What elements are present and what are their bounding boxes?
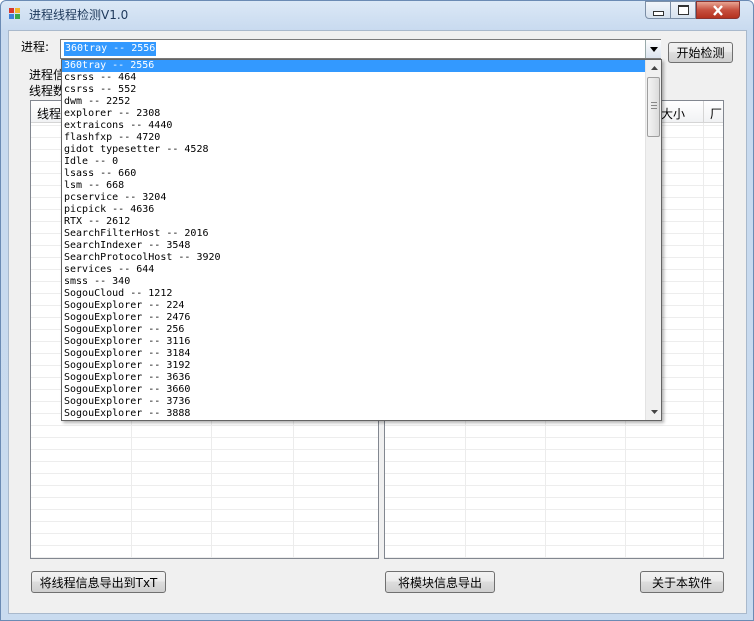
process-list-item[interactable]: dwm -- 2252	[62, 96, 645, 108]
scroll-thumb[interactable]	[647, 77, 660, 137]
process-list-item[interactable]: SogouExplorer -- 3636	[62, 372, 645, 384]
chevron-down-icon	[650, 410, 658, 414]
maximize-button[interactable]	[670, 1, 696, 19]
process-list-item[interactable]: lsass -- 660	[62, 168, 645, 180]
process-list-item[interactable]: Idle -- 0	[62, 156, 645, 168]
process-list-item[interactable]: RTX -- 2612	[62, 216, 645, 228]
dropdown-scrollbar[interactable]	[645, 60, 661, 420]
process-list-item[interactable]: SearchProtocolHost -- 3920	[62, 252, 645, 264]
close-icon	[713, 4, 723, 16]
process-dropdown-list[interactable]: 360tray -- 2556 csrss -- 464 csrss -- 552 d…	[61, 59, 662, 421]
export-threads-button[interactable]: 将线程信息导出到TxT	[31, 571, 166, 593]
process-list-item[interactable]: smss -- 340	[62, 276, 645, 288]
process-list: 360tray -- 2556 csrss -- 464 csrss -- 552 d…	[62, 60, 645, 420]
process-list-item[interactable]: SogouExplorer -- 256	[62, 324, 645, 336]
chevron-down-icon	[649, 46, 658, 52]
process-list-item[interactable]: SearchIndexer -- 3548	[62, 240, 645, 252]
process-info-group-label: 进程信	[29, 68, 66, 82]
scroll-up-button[interactable]	[646, 60, 661, 76]
process-list-item[interactable]: csrss -- 552	[62, 84, 645, 96]
dropdown-arrow-button[interactable]	[645, 40, 661, 58]
start-detect-button[interactable]: 开始检测	[668, 42, 733, 63]
maximize-icon	[677, 5, 689, 15]
minimize-button[interactable]	[645, 1, 671, 19]
process-list-item[interactable]: SogouExplorer -- 2476	[62, 312, 645, 324]
scroll-down-button[interactable]	[646, 404, 661, 420]
process-list-item[interactable]: 360tray -- 2556	[62, 60, 645, 72]
minimize-icon	[652, 10, 664, 16]
size-column-header[interactable]: 大小	[661, 105, 685, 122]
process-list-item[interactable]: lsm -- 668	[62, 180, 645, 192]
grip-icon	[651, 102, 657, 111]
process-list-item[interactable]: SogouExplorer -- 3192	[62, 360, 645, 372]
process-list-item[interactable]: SogouExplorer -- 3660	[62, 384, 645, 396]
process-list-item[interactable]: SogouExplorer -- 3736	[62, 396, 645, 408]
chevron-up-icon	[650, 66, 658, 70]
title-bar[interactable]: 进程线程检测V1.0	[0, 0, 754, 28]
about-button[interactable]: 关于本软件	[640, 571, 724, 593]
thread-column-header[interactable]: 线程	[37, 105, 61, 122]
process-list-item[interactable]: services -- 644	[62, 264, 645, 276]
process-combobox-value: 360tray -- 2556	[64, 42, 157, 56]
process-list-item[interactable]: explorer -- 2308	[62, 108, 645, 120]
process-list-item[interactable]: SogouExplorer -- 224	[62, 300, 645, 312]
process-list-item[interactable]: SogouExplorer -- 3184	[62, 348, 645, 360]
app-icon	[9, 8, 21, 20]
process-list-item[interactable]: SogouCloud -- 1212	[62, 288, 645, 300]
vendor-column-header[interactable]: 厂	[710, 105, 722, 122]
window-title: 进程线程检测V1.0	[29, 8, 129, 22]
process-list-item[interactable]: gidot typesetter -- 4528	[62, 144, 645, 156]
thread-count-label: 线程数	[29, 84, 66, 98]
process-combobox[interactable]: 360tray -- 2556	[60, 39, 661, 59]
process-list-item[interactable]: picpick -- 4636	[62, 204, 645, 216]
close-button[interactable]	[696, 1, 740, 19]
process-list-item[interactable]: extraicons -- 4440	[62, 120, 645, 132]
process-list-item[interactable]: SearchFilterHost -- 2016	[62, 228, 645, 240]
process-list-item[interactable]: SogouExplorer -- 3116	[62, 336, 645, 348]
process-list-item[interactable]: flashfxp -- 4720	[62, 132, 645, 144]
export-modules-button[interactable]: 将模块信息导出	[385, 571, 495, 593]
process-list-item[interactable]: pcservice -- 3204	[62, 192, 645, 204]
process-label: 进程:	[21, 40, 50, 54]
process-list-item[interactable]: SogouExplorer -- 3888	[62, 408, 645, 420]
process-list-item[interactable]: csrss -- 464	[62, 72, 645, 84]
